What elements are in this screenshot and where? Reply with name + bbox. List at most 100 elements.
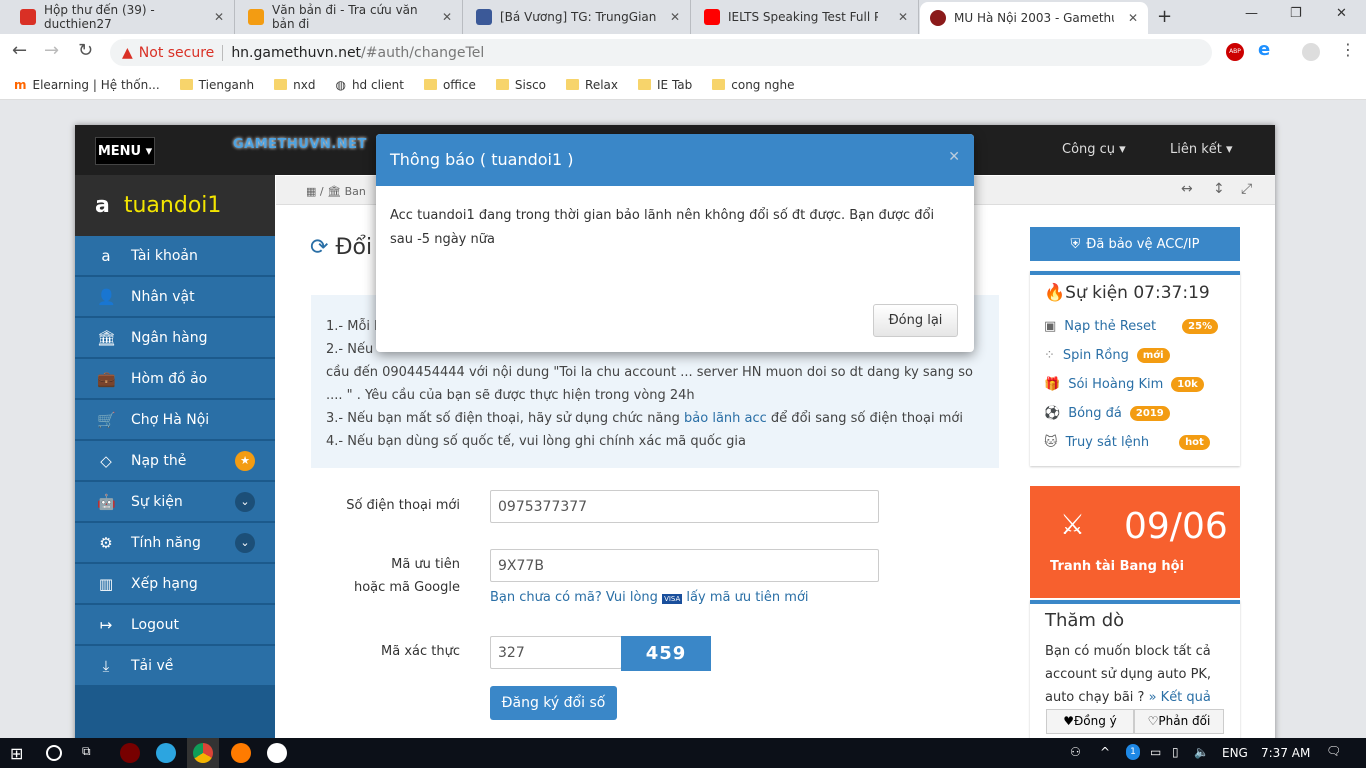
sidebar-item-download[interactable]: ⤓ Tải về bbox=[75, 646, 275, 686]
guarantee-acc-link[interactable]: bảo lãnh acc bbox=[684, 411, 767, 426]
expand-vertical-icon[interactable]: ↕ bbox=[1213, 181, 1225, 197]
sidebar-item-bank[interactable]: 🏛 Ngân hàng bbox=[75, 318, 275, 358]
protect-acc-button[interactable]: ⛨ Đã bảo vệ ACC/IP bbox=[1030, 227, 1240, 261]
minimize-button[interactable]: — bbox=[1245, 6, 1258, 21]
submit-button[interactable]: Đăng ký đổi số bbox=[490, 686, 617, 720]
bookmark-folder[interactable]: Tienganh bbox=[179, 78, 254, 92]
event-item[interactable]: 🎁 Sói Hoàng Kim 10k bbox=[1044, 377, 1204, 392]
tools-dropdown[interactable]: Công cụ ▾ bbox=[1062, 142, 1126, 157]
battery-icon[interactable]: ▭ bbox=[1150, 745, 1161, 759]
sidebar-item-cogs[interactable]: ⚙ Tính năng ⌄ bbox=[75, 523, 275, 563]
tab-youtube[interactable]: IELTS Speaking Test Full Pa ✕ bbox=[694, 0, 919, 34]
omnibox[interactable]: ▲ Not secure hn.gamethuvn.net/#auth/chan… bbox=[110, 39, 1212, 66]
get-code-link[interactable]: lấy mã ưu tiên mới bbox=[686, 590, 808, 605]
agree-button[interactable]: ♥Đồng ý bbox=[1046, 709, 1134, 734]
close-tab-icon[interactable]: ✕ bbox=[898, 10, 908, 24]
captcha-image[interactable]: 459 bbox=[621, 636, 711, 671]
taskbar: ⊞ ⧉ ⚇ ^ 1 ▭ ▯ 🔈 ENG 7:37 AM 🗨 bbox=[0, 738, 1366, 768]
event-item[interactable]: ⁘ Spin Rồng mới bbox=[1044, 348, 1170, 363]
cortana-icon[interactable] bbox=[46, 745, 62, 761]
tab-facebook[interactable]: [Bá Vương] TG: TrungGian ✕ bbox=[466, 0, 691, 34]
new-tab-button[interactable]: + bbox=[1157, 6, 1172, 27]
sidebar-item-amazon[interactable]: a Tài khoản bbox=[75, 236, 275, 276]
reload-icon[interactable]: ↻ bbox=[78, 40, 93, 61]
tab-gmail[interactable]: Hộp thư đến (39) - ducthien27 ✕ bbox=[10, 0, 235, 34]
zalo-icon[interactable] bbox=[267, 743, 287, 763]
profile-avatar[interactable] bbox=[1302, 43, 1320, 61]
bookmark-folder[interactable]: nxd bbox=[274, 78, 315, 92]
not-secure-label[interactable]: Not secure bbox=[139, 45, 215, 61]
sidebar-item-diamond[interactable]: ◇ Nạp thẻ ★ bbox=[75, 441, 275, 481]
expand-horizontal-icon[interactable]: ↔ bbox=[1181, 181, 1193, 197]
sidebar-item-user[interactable]: 👤 Nhân vật bbox=[75, 277, 275, 317]
promo-tile[interactable]: ⚔ 09/06 Tranh tài Bang hội bbox=[1030, 486, 1240, 598]
firefox-icon[interactable] bbox=[231, 743, 251, 763]
close-window-button[interactable]: ✕ bbox=[1336, 6, 1347, 21]
bookmark-folder[interactable]: Relax bbox=[566, 78, 618, 92]
bookmark-folder[interactable]: IE Tab bbox=[638, 78, 692, 92]
bookmark-elearning[interactable]: m Elearning | Hệ thốn... bbox=[14, 78, 160, 92]
bookmark-folder[interactable]: cong nghe bbox=[712, 78, 794, 92]
url-host: hn.gamethuvn.net bbox=[231, 44, 362, 61]
captcha-input[interactable]: 327 bbox=[490, 636, 622, 669]
close-tab-icon[interactable]: ✕ bbox=[670, 10, 680, 24]
close-tab-icon[interactable]: ✕ bbox=[214, 10, 224, 24]
sidebar-item-cart[interactable]: 🛒 Chợ Hà Nội bbox=[75, 400, 275, 440]
close-tab-icon[interactable]: ✕ bbox=[442, 10, 452, 24]
sidebar-item-bar-chart[interactable]: ▥ Xếp hạng bbox=[75, 564, 275, 604]
priority-code-input[interactable]: 9X77B bbox=[490, 549, 879, 582]
tab-mu-active[interactable]: MU Hà Nội 2003 - GamethuVN ✕ bbox=[920, 2, 1148, 34]
close-icon[interactable]: ✕ bbox=[948, 149, 960, 165]
menu-dots-icon[interactable]: ⋮ bbox=[1340, 40, 1356, 59]
sidebar-badge[interactable]: ★ bbox=[235, 450, 255, 471]
people-icon[interactable]: ⚇ bbox=[1070, 745, 1081, 759]
sidebar-item-logout[interactable]: ↦ Logout bbox=[75, 605, 275, 645]
sidebar-item-android[interactable]: 🤖 Sự kiện ⌄ bbox=[75, 482, 275, 522]
chrome-icon[interactable] bbox=[193, 743, 213, 763]
tab-vanban[interactable]: Văn bản đi - Tra cứu văn bản đi ✕ bbox=[238, 0, 463, 34]
language-indicator[interactable]: ENG bbox=[1222, 746, 1248, 760]
restore-button[interactable]: ❐ bbox=[1290, 6, 1302, 21]
close-button[interactable]: Đóng lại bbox=[873, 304, 958, 337]
tray-app-badge[interactable]: 1 bbox=[1126, 744, 1140, 760]
download-icon: ⤓ bbox=[102, 656, 110, 675]
bookmark-folder[interactable]: office bbox=[423, 78, 476, 92]
bookmark-folder[interactable]: Sisco bbox=[495, 78, 546, 92]
bookmark-hd-client[interactable]: ◍ hd client bbox=[335, 78, 403, 92]
sidebar-item-label: Hòm đồ ảo bbox=[131, 370, 208, 387]
links-dropdown[interactable]: Liên kết ▾ bbox=[1170, 142, 1233, 157]
menu-button[interactable]: MENU ▾ bbox=[95, 137, 155, 165]
heartbeat-icon: ♡ bbox=[1147, 714, 1159, 728]
tray-chevron-icon[interactable]: ^ bbox=[1100, 745, 1110, 759]
fullscreen-icon[interactable]: ⤢ bbox=[1241, 181, 1252, 197]
breadcrumb-item[interactable]: Ban bbox=[345, 185, 366, 198]
mu-game-icon[interactable] bbox=[120, 743, 140, 763]
action-center-icon[interactable]: 🗨 bbox=[1326, 744, 1341, 758]
volume-icon[interactable]: 🔈 bbox=[1194, 745, 1209, 759]
event-item[interactable]: 🐱 Truy sát lệnh hot bbox=[1044, 435, 1210, 450]
shield-user-icon: ⛨ bbox=[1070, 236, 1081, 252]
event-item[interactable]: ⚽ Bóng đá 2019 bbox=[1044, 406, 1170, 421]
phone-input[interactable]: 0975377377 bbox=[490, 490, 879, 523]
globe-icon: ◍ bbox=[335, 77, 346, 92]
event-item[interactable]: ▣ Nạp thẻ Reset 25% bbox=[1044, 319, 1219, 334]
forward-icon[interactable]: → bbox=[44, 40, 59, 61]
sidebar-badge[interactable]: ⌄ bbox=[235, 491, 255, 512]
adblock-icon[interactable]: ABP bbox=[1226, 43, 1244, 61]
windows-start-icon[interactable]: ⊞ bbox=[10, 744, 23, 763]
site-logo[interactable]: GAMETHUVN.NET bbox=[233, 137, 367, 152]
poll-result-link[interactable]: » Kết quả bbox=[1149, 690, 1211, 705]
android-icon: 🤖 bbox=[97, 492, 116, 511]
task-view-icon[interactable]: ⧉ bbox=[82, 744, 91, 759]
network-icon[interactable]: ▯ bbox=[1172, 745, 1179, 759]
code-hint: Bạn chưa có mã? Vui lòng VISA lấy mã ưu … bbox=[490, 590, 809, 605]
sidebar-item-briefcase[interactable]: 💼 Hòm đồ ảo bbox=[75, 359, 275, 399]
telegram-icon[interactable] bbox=[156, 743, 176, 763]
sidebar-badge[interactable]: ⌄ bbox=[235, 532, 255, 553]
promo-date: 09/06 bbox=[1124, 506, 1228, 547]
clock[interactable]: 7:37 AM bbox=[1261, 746, 1310, 760]
ie-tab-icon[interactable]: e bbox=[1258, 39, 1270, 60]
close-tab-icon[interactable]: ✕ bbox=[1128, 11, 1138, 25]
disagree-button[interactable]: ♡Phản đối bbox=[1134, 709, 1224, 734]
back-icon[interactable]: ← bbox=[12, 40, 27, 61]
